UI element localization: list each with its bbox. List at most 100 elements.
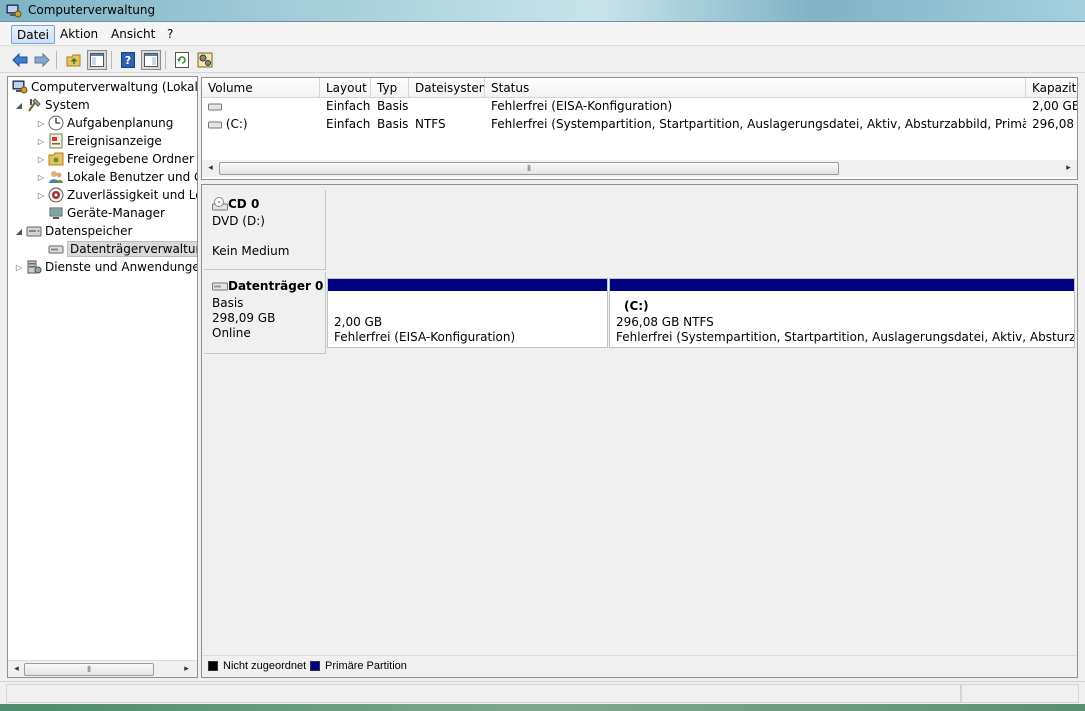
show-hide-action-pane-icon[interactable] — [141, 50, 161, 70]
tree-item-label: Zuverlässigkeit und Leis — [67, 188, 198, 202]
tree-item-label: Lokale Benutzer und Gru — [67, 170, 197, 184]
capacity-cell: 2,00 GB — [1032, 99, 1078, 113]
scroll-right-icon[interactable]: ▸ — [1062, 162, 1075, 175]
volume-list-horizontal-scrollbar[interactable]: ◂ ⦀ ▸ — [202, 160, 1077, 177]
partition-size: 2,00 GB — [334, 315, 383, 329]
tree-item-freigegebene-ordner[interactable]: ▷ Freigegebene Ordner — [36, 150, 194, 168]
fs-cell — [409, 97, 485, 115]
computer-management-icon — [12, 80, 28, 94]
disk-name-text: Datenträger 0 — [228, 279, 324, 293]
storage-icon — [26, 226, 42, 237]
tree-item-datentraegerverwaltung[interactable]: Datenträgerverwaltung — [46, 240, 197, 258]
menu-ansicht[interactable]: Ansicht — [106, 25, 160, 44]
tree-item-geraete-manager[interactable]: Geräte-Manager — [46, 204, 165, 222]
scroll-right-icon[interactable]: ▸ — [180, 663, 193, 676]
cd0-volume-area[interactable] — [327, 190, 1075, 270]
hard-disk-icon — [212, 282, 228, 291]
tree-item-label: Geräte-Manager — [67, 206, 165, 220]
show-hide-console-tree-icon[interactable] — [87, 50, 107, 70]
tree-item-aufgabenplanung[interactable]: ▷ Aufgabenplanung — [36, 114, 173, 132]
volume-list-header: Volume Layout Typ Dateisystem Status Kap… — [202, 78, 1077, 98]
tree-item-system[interactable]: ◢ System — [14, 96, 90, 114]
status-segment — [6, 684, 961, 703]
tree-horizontal-scrollbar[interactable]: ◂ ⦀ ▸ — [8, 660, 197, 677]
collapsed-arrow-icon[interactable]: ▷ — [36, 137, 46, 146]
partition-status: Fehlerfrei (Systempartition, Startpartit… — [616, 330, 1075, 344]
back-arrow-icon[interactable] — [10, 50, 30, 70]
collapsed-arrow-icon[interactable]: ▷ — [36, 119, 46, 128]
tree-item-label: Freigegebene Ordner — [67, 152, 194, 166]
tree-item-dienste[interactable]: ▷ Dienste und Anwendungen — [14, 258, 197, 276]
disk-management-icon — [48, 245, 64, 254]
column-header-kapazitaet[interactable]: Kapazitä — [1026, 78, 1077, 98]
partition-c[interactable]: (C:) 296,08 GB NTFS Fehlerfrei (Systempa… — [609, 278, 1075, 348]
computer-management-icon — [6, 4, 22, 18]
system-tools-icon — [28, 98, 41, 112]
collapsed-arrow-icon[interactable]: ▷ — [36, 191, 46, 200]
collapsed-arrow-icon[interactable]: ▷ — [36, 173, 46, 182]
legend-swatch-primary — [310, 661, 320, 671]
legend-label-unallocated: Nicht zugeordnet — [223, 660, 307, 672]
refresh-icon[interactable] — [172, 50, 192, 70]
scrollbar-thumb[interactable]: ⦀ — [24, 663, 154, 676]
scroll-left-icon[interactable]: ◂ — [10, 663, 23, 676]
capacity-cell: 296,08 G — [1032, 117, 1077, 131]
menu-bar: Datei Aktion Ansicht ? — [0, 22, 1085, 46]
status-segment — [961, 684, 1079, 703]
disk-info-cd0[interactable]: CD 0 DVD (D:) Kein Medium — [204, 190, 326, 270]
toolbar-separator — [165, 51, 166, 69]
tree-item-label: Aufgabenplanung — [67, 116, 174, 130]
expanded-arrow-icon[interactable]: ◢ — [14, 227, 24, 236]
expanded-arrow-icon[interactable]: ◢ — [14, 101, 24, 110]
cd-drive-icon — [212, 197, 228, 211]
column-header-layout[interactable]: Layout — [320, 78, 371, 98]
column-header-status[interactable]: Status — [485, 78, 1026, 98]
event-viewer-icon — [49, 133, 63, 149]
tree-item-label: System — [45, 98, 90, 112]
toolbar-separator — [111, 51, 112, 69]
up-folder-icon[interactable] — [64, 50, 84, 70]
scrollbar-thumb[interactable]: ⦀ — [219, 162, 839, 175]
primary-partition-bar — [328, 279, 607, 291]
column-header-dateisystem[interactable]: Dateisystem — [409, 78, 485, 98]
fs-cell: NTFS — [415, 117, 446, 131]
forward-arrow-icon[interactable] — [32, 50, 52, 70]
collapsed-arrow-icon[interactable]: ▷ — [14, 263, 24, 272]
table-row[interactable]: Einfach Basis Fehlerfrei (EISA-Konfigura… — [202, 97, 1078, 115]
primary-partition-bar — [610, 279, 1074, 291]
volume-cell: (C:) — [202, 115, 320, 133]
tree-item-zuverlaessigkeit[interactable]: ▷ Zuverlässigkeit und Leis — [36, 186, 198, 204]
disk-name: Datenträger 0 — [212, 279, 323, 293]
partition-eisa[interactable]: 2,00 GB Fehlerfrei (EISA-Konfiguration) — [327, 278, 608, 348]
computer-management-window: Computerverwaltung Datei Aktion Ansicht … — [0, 0, 1085, 711]
tree-item-lokale-benutzer[interactable]: ▷ Lokale Benutzer und Gru — [36, 168, 197, 186]
legend-swatch-unallocated — [208, 661, 218, 671]
column-header-typ[interactable]: Typ — [371, 78, 409, 98]
scroll-left-icon[interactable]: ◂ — [204, 162, 217, 175]
window-title: Computerverwaltung — [28, 3, 156, 17]
menu-help[interactable]: ? — [162, 25, 178, 44]
disk-info-disk0[interactable]: Datenträger 0 Basis 298,09 GB Online — [204, 272, 326, 354]
properties-icon[interactable] — [195, 50, 215, 70]
volume-name: (C:) — [225, 117, 248, 131]
collapsed-arrow-icon[interactable]: ▷ — [36, 155, 46, 164]
window-frame-bottom — [0, 704, 1085, 711]
partition-size: 296,08 GB NTFS — [616, 315, 714, 329]
partition-title: (C:) — [624, 299, 649, 313]
title-bar[interactable]: Computerverwaltung — [0, 0, 1085, 22]
table-row[interactable]: (C:) Einfach Basis NTFS Fehlerfrei (Syst… — [202, 115, 1077, 133]
menu-aktion[interactable]: Aktion — [55, 25, 103, 44]
tree-item-computerverwaltung[interactable]: Computerverwaltung (Lokal) — [10, 78, 198, 96]
disk-state: Online — [212, 326, 251, 340]
users-icon — [49, 171, 63, 183]
menu-datei[interactable]: Datei — [11, 25, 56, 44]
volume-list: Volume Layout Typ Dateisystem Status Kap… — [201, 77, 1078, 180]
disk-map: CD 0 DVD (D:) Kein Medium Datenträger 0 … — [201, 184, 1078, 678]
disk-media-status: Kein Medium — [212, 244, 290, 258]
help-icon[interactable]: ? — [118, 50, 138, 70]
column-header-volume[interactable]: Volume — [202, 78, 320, 98]
volume-cell — [202, 97, 320, 115]
tree-item-ereignisanzeige[interactable]: ▷ Ereignisanzeige — [36, 132, 162, 150]
tree-item-datenspeicher[interactable]: ◢ Datenspeicher — [14, 222, 132, 240]
tree-item-label: Computerverwaltung (Lokal) — [31, 80, 198, 94]
